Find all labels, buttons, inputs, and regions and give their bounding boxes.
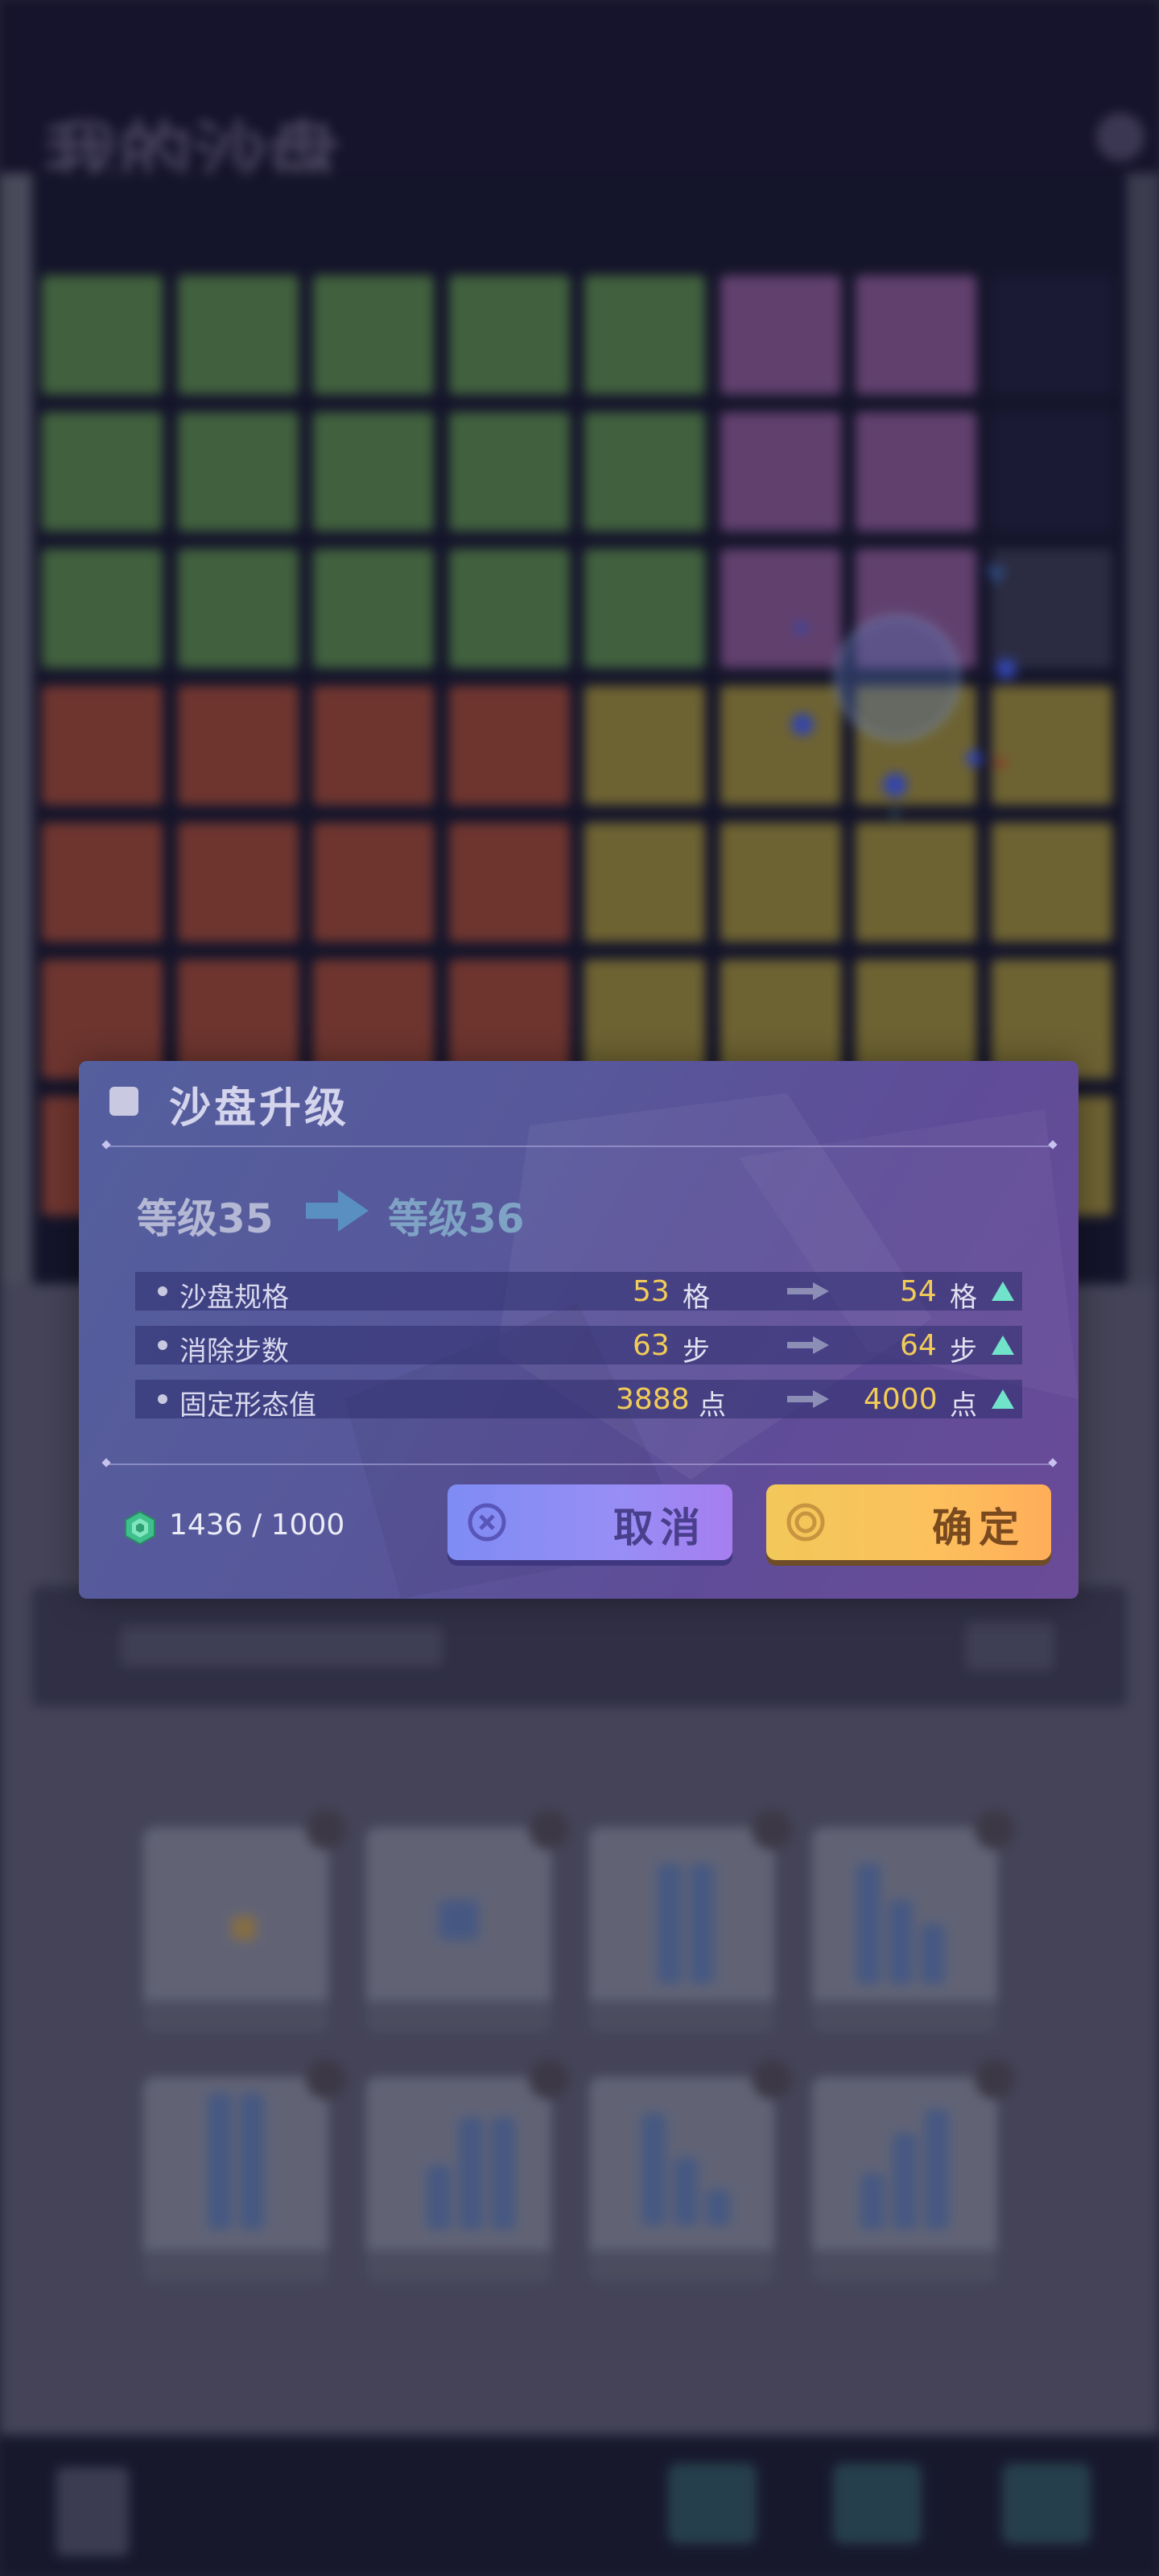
confirm-button[interactable]: 确定 (766, 1484, 1051, 1560)
title-marker-icon (109, 1087, 138, 1116)
stat-row-steps: 消除步数 63 步 64 步 (135, 1326, 1022, 1368)
stat-to-unit: 步 (950, 1335, 977, 1368)
arrow-right-icon (787, 1336, 829, 1354)
level-to: 等级36 (388, 1195, 525, 1242)
divider-top (106, 1146, 1053, 1147)
confirm-label: 确定 (932, 1504, 1025, 1551)
arrow-right-icon (787, 1390, 829, 1408)
gem-icon (125, 1510, 155, 1546)
increase-arrow-icon (992, 1282, 1014, 1301)
dialog-title: 沙盘升级 (169, 1084, 350, 1133)
stat-from-unit: 格 (683, 1282, 710, 1314)
stat-to-value: 4000 (864, 1383, 938, 1416)
confirm-circle-icon (786, 1503, 825, 1542)
stat-from-unit: 步 (683, 1335, 710, 1368)
stat-label: 沙盘规格 (179, 1282, 289, 1314)
stat-label: 消除步数 (179, 1335, 289, 1368)
bullet-icon (158, 1286, 167, 1296)
stat-row-shape: 固定形态值 3888 点 4000 点 (135, 1380, 1022, 1422)
stat-row-spec: 沙盘规格 53 格 54 格 (135, 1272, 1022, 1314)
stat-to-unit: 点 (950, 1389, 977, 1422)
upgrade-dialog: 沙盘升级 等级35 等级36 沙盘规格 53 格 54 格 消除步数 63 步 … (79, 1061, 1079, 1599)
arrow-right-icon (787, 1282, 829, 1300)
resource-count: 1436 / 1000 (169, 1509, 345, 1542)
increase-arrow-icon (992, 1389, 1014, 1409)
cancel-label: 取消 (613, 1504, 707, 1551)
bullet-icon (158, 1340, 167, 1350)
stat-from-unit: 点 (699, 1389, 726, 1422)
stat-from-value: 63 (633, 1329, 670, 1362)
bullet-icon (158, 1394, 167, 1404)
stat-to-value: 54 (900, 1275, 937, 1308)
divider-bottom (106, 1463, 1053, 1465)
stat-to-unit: 格 (950, 1282, 977, 1314)
level-from: 等级35 (137, 1195, 274, 1242)
stat-to-value: 64 (900, 1329, 937, 1362)
close-icon (468, 1503, 506, 1542)
stat-label: 固定形态值 (179, 1389, 316, 1422)
stat-from-value: 3888 (616, 1383, 690, 1416)
stat-from-value: 53 (633, 1275, 670, 1308)
cancel-button[interactable]: 取消 (448, 1484, 732, 1560)
increase-arrow-icon (992, 1335, 1014, 1355)
arrow-right-icon (306, 1190, 369, 1232)
